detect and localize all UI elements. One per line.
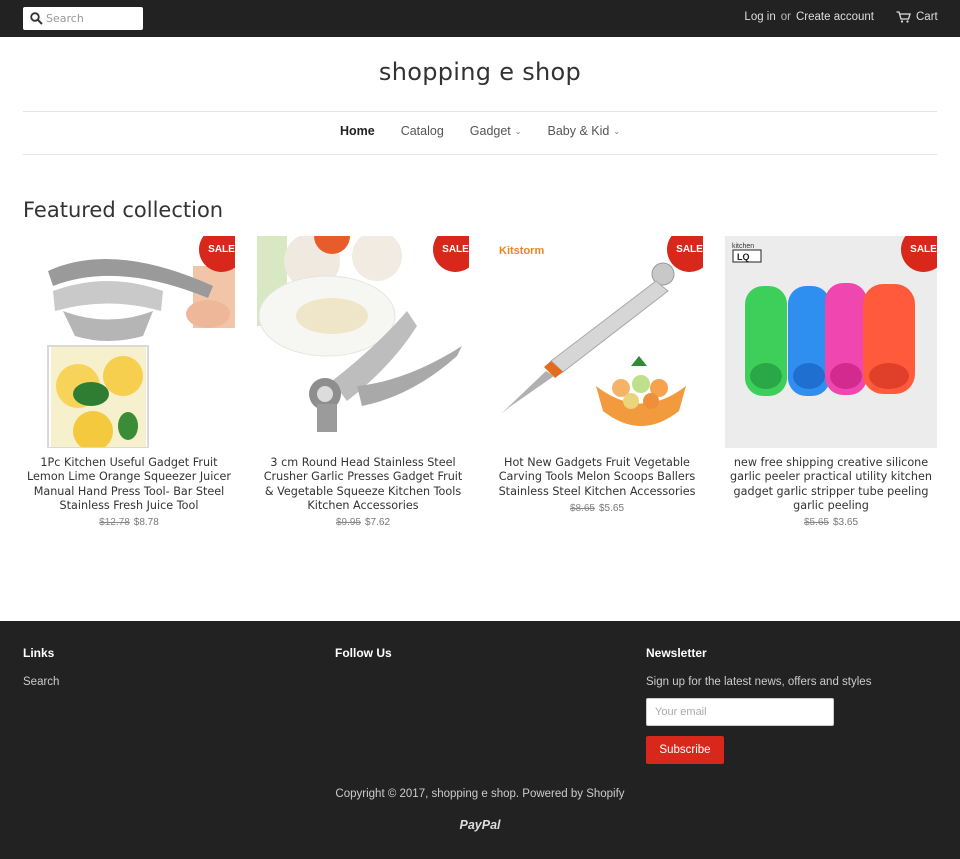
product-price: $8.65 $5.65 <box>491 503 703 514</box>
search-box[interactable] <box>23 7 143 30</box>
original-price: $12.78 <box>99 517 130 529</box>
copyright-text: Copyright © 2017, shopping e shop. Power… <box>335 788 625 800</box>
brand-logo: LQ <box>737 252 750 262</box>
cart-label: Cart <box>916 11 938 23</box>
product-title[interactable]: 3 cm Round Head Stainless Steel Crusher … <box>257 456 469 513</box>
nav-item-home[interactable]: Home <box>340 124 375 138</box>
nav-item-catalog[interactable]: Catalog <box>401 124 444 138</box>
product-card[interactable]: SALE 3 cm Round Head Stainless Steel Cru… <box>257 236 469 528</box>
sale-price: $5.65 <box>599 502 625 514</box>
account-links: Log in or Create account <box>744 11 874 23</box>
create-account-link[interactable]: Create account <box>796 11 874 23</box>
footer-follow-title: Follow Us <box>335 646 392 660</box>
product-image[interactable]: kitchen LQ SALE <box>725 236 937 448</box>
subscribe-button[interactable]: Subscribe <box>646 736 724 764</box>
newsletter-email-input[interactable] <box>646 698 834 726</box>
paypal-icon: PayPal <box>459 818 501 832</box>
sale-price: $3.65 <box>833 517 859 529</box>
login-link[interactable]: Log in <box>744 11 775 23</box>
product-image[interactable]: SALE <box>257 236 469 448</box>
product-card[interactable]: kitchen LQ SALE new free shipping creati… <box>725 236 937 528</box>
product-title[interactable]: Hot New Gadgets Fruit Vegetable Carving … <box>491 456 703 499</box>
section-title: Featured collection <box>23 198 224 222</box>
newsletter-text: Sign up for the latest news, offers and … <box>646 676 872 688</box>
product-title[interactable]: 1Pc Kitchen Useful Gadget Fruit Lemon Li… <box>23 456 235 513</box>
product-price: $9.95 $7.62 <box>257 517 469 528</box>
nav-item-baby-kid[interactable]: Baby & Kid ⌄ <box>548 124 621 138</box>
or-text: or <box>780 11 791 23</box>
product-title[interactable]: new free shipping creative silicone garl… <box>725 456 937 513</box>
main-nav: Home Catalog Gadget ⌄ Baby & Kid ⌄ <box>0 124 960 138</box>
footer-link-search[interactable]: Search <box>23 676 59 688</box>
nav-item-gadget[interactable]: Gadget ⌄ <box>470 124 522 138</box>
sale-price: $8.78 <box>133 517 159 529</box>
original-price: $9.95 <box>335 517 361 529</box>
original-price: $8.65 <box>569 502 595 514</box>
cart-icon <box>896 11 911 23</box>
footer-links-title: Links <box>23 646 55 660</box>
site-footer: Links Search Follow Us Newsletter Sign u… <box>0 621 960 859</box>
product-image[interactable]: Kitstorm SALE <box>491 236 703 448</box>
site-title[interactable]: shopping e shop <box>0 58 960 86</box>
product-price: $5.65 $3.65 <box>725 517 937 528</box>
chevron-down-icon: ⌄ <box>613 126 621 136</box>
top-bar: Log in or Create account Cart <box>0 0 960 37</box>
divider <box>23 111 937 112</box>
chevron-down-icon: ⌄ <box>514 126 522 136</box>
product-card[interactable]: SALE 1Pc Kitchen Useful Gadget Fruit Lem… <box>23 236 235 528</box>
product-card[interactable]: Kitstorm SALE Hot New Gadgets Fruit Vege… <box>491 236 703 514</box>
product-price: $12.78 $8.78 <box>23 517 235 528</box>
search-icon <box>30 12 43 25</box>
brand-logo: kitchen <box>732 243 754 250</box>
brand-logo: Kitstorm <box>499 245 544 257</box>
divider <box>23 154 937 155</box>
product-image[interactable]: SALE <box>23 236 235 448</box>
search-input[interactable] <box>46 10 140 27</box>
footer-newsletter-title: Newsletter <box>646 646 707 660</box>
original-price: $5.65 <box>803 517 829 529</box>
sale-price: $7.62 <box>365 517 391 529</box>
